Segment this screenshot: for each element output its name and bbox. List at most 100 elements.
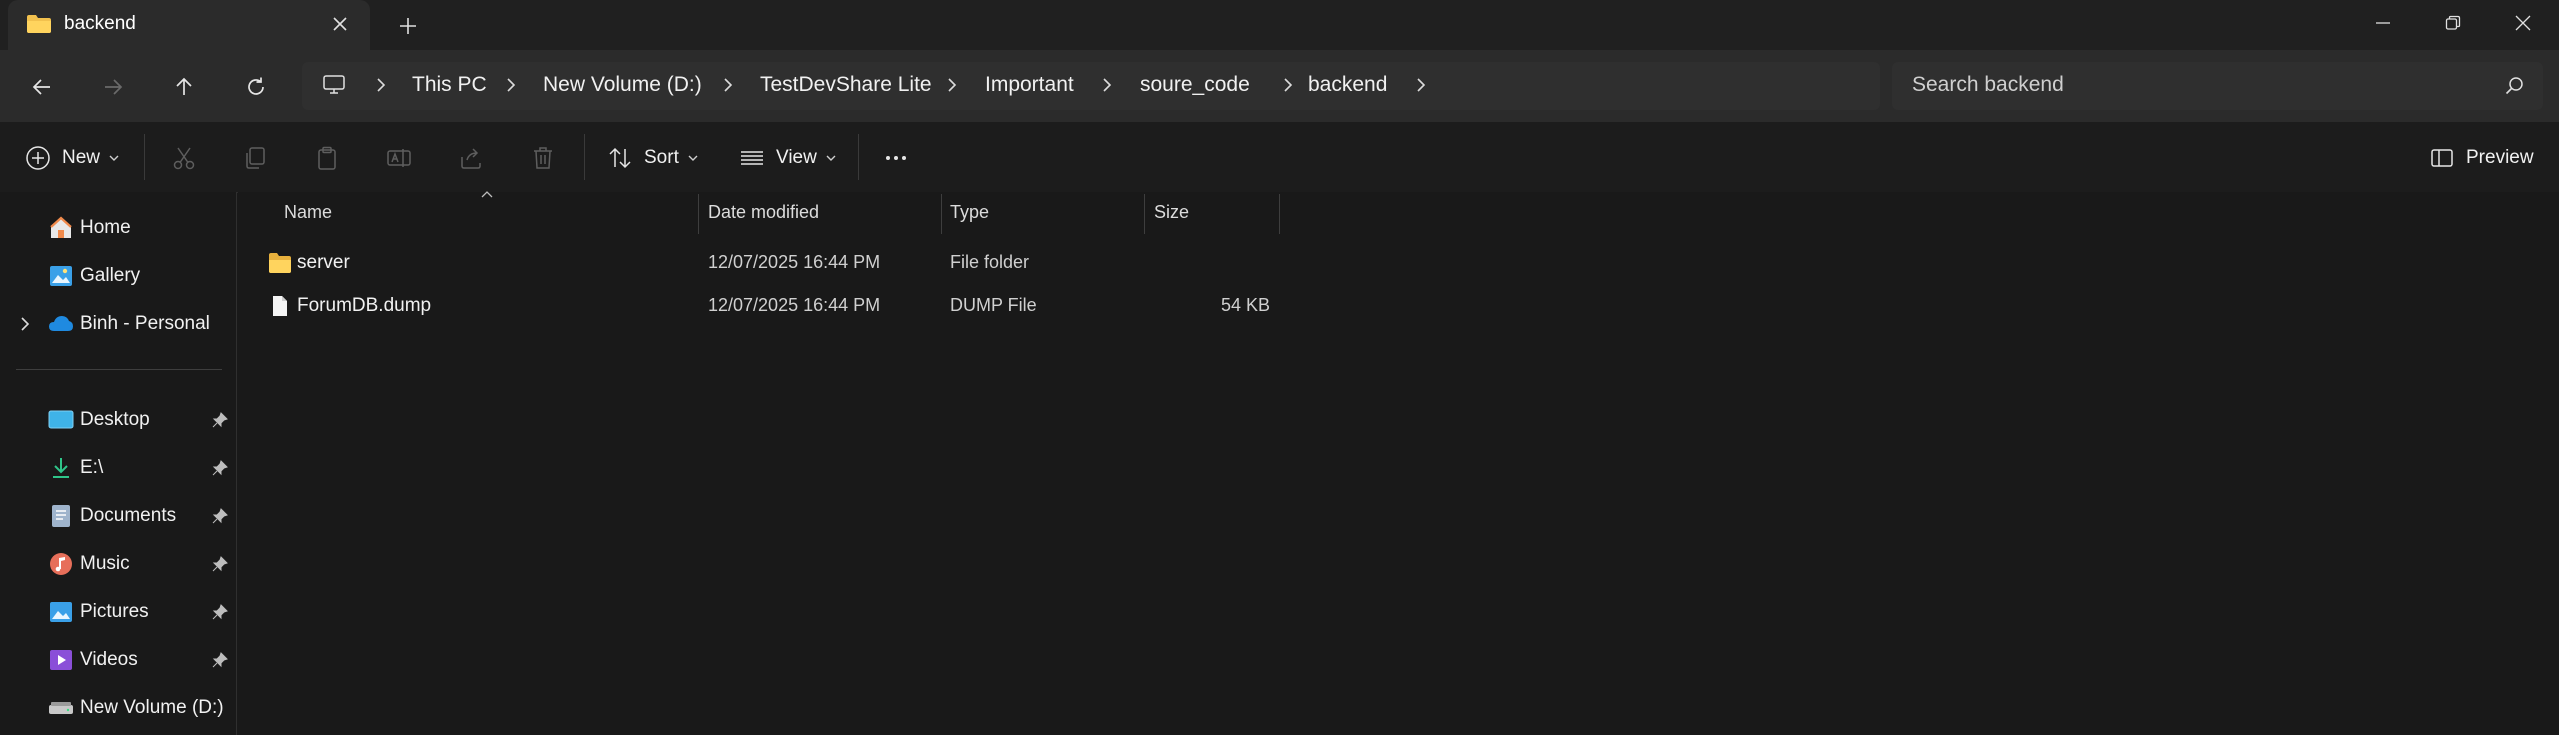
sort-label: Sort (644, 147, 679, 168)
address-bar[interactable]: This PC New Volume (D:) TestDevShare Lit… (302, 62, 1880, 110)
pictures-icon (50, 602, 72, 622)
new-button[interactable]: New (24, 144, 120, 172)
arrow-left-icon (32, 79, 50, 95)
sidebar-item-onedrive[interactable]: Binh - Personal (0, 302, 236, 346)
sidebar-item-new-volume[interactable]: New Volume (D:) (0, 686, 236, 730)
command-divider (858, 134, 859, 180)
scissors-icon (170, 144, 198, 172)
command-divider (584, 134, 585, 180)
share-icon (457, 144, 485, 172)
command-divider (144, 134, 145, 180)
breadcrumb-testdevshare-lite[interactable]: TestDevShare Lite (760, 73, 932, 97)
back-button[interactable] (22, 67, 62, 107)
sort-button[interactable]: Sort (606, 144, 699, 172)
minimize-button[interactable] (2348, 0, 2418, 46)
breadcrumb-backend[interactable]: backend (1308, 73, 1387, 97)
plus-circle-icon (24, 144, 52, 172)
search-input[interactable]: Search backend (1912, 73, 2064, 97)
view-button[interactable]: View (738, 144, 837, 172)
table-row[interactable]: server 12/07/2025 16:44 PM File folder (252, 243, 1284, 283)
file-name: server (297, 252, 350, 273)
folder-icon (269, 253, 291, 273)
breadcrumb-soure-code[interactable]: soure_code (1140, 73, 1250, 97)
file-icon (273, 296, 287, 316)
search-icon[interactable] (2504, 75, 2526, 97)
column-header-size[interactable]: Size (1154, 202, 1189, 223)
sidebar-item-e-drive[interactable]: E:\ (0, 446, 236, 490)
drive-icon (49, 702, 73, 714)
pin-icon[interactable] (212, 460, 228, 476)
tab-backend[interactable]: backend (8, 0, 370, 50)
chevron-right-icon (724, 78, 733, 92)
paste-button[interactable] (313, 144, 341, 172)
sidebar-item-label: Videos (80, 649, 138, 670)
chevron-right-icon[interactable] (16, 315, 34, 333)
sidebar-item-label: Home (80, 217, 131, 238)
close-tab-icon[interactable] (328, 12, 352, 36)
column-divider[interactable] (698, 194, 699, 234)
chevron-down-icon (826, 155, 836, 161)
pin-icon[interactable] (212, 556, 228, 572)
chevron-right-icon (1284, 78, 1293, 92)
share-button[interactable] (457, 144, 485, 172)
chevron-right-icon[interactable] (1412, 74, 1430, 96)
column-divider[interactable] (1279, 194, 1280, 234)
folder-icon (26, 14, 52, 34)
restore-button[interactable] (2418, 0, 2488, 46)
sidebar-item-desktop[interactable]: Desktop (0, 398, 236, 442)
refresh-button[interactable] (236, 67, 276, 107)
breadcrumb-important[interactable]: Important (985, 73, 1074, 97)
forward-button[interactable] (93, 67, 133, 107)
preview-button[interactable]: Preview (2428, 144, 2534, 172)
music-icon (50, 553, 72, 575)
plus-icon (400, 18, 416, 34)
column-header-name[interactable]: Name (284, 202, 332, 223)
cut-button[interactable] (170, 144, 198, 172)
title-bar (0, 0, 2559, 50)
restore-icon (2445, 15, 2461, 30)
sidebar-item-videos[interactable]: Videos (0, 638, 236, 682)
pin-icon[interactable] (212, 508, 228, 524)
download-icon (53, 458, 69, 478)
arrow-up-icon (176, 77, 192, 95)
delete-button[interactable] (529, 144, 557, 172)
table-row[interactable]: ForumDB.dump 12/07/2025 16:44 PM DUMP Fi… (252, 286, 1284, 326)
sidebar-item-label: E:\ (80, 457, 104, 478)
sidebar-item-label: New Volume (D:) (80, 697, 224, 718)
view-label: View (776, 147, 817, 168)
command-bar (0, 122, 2559, 193)
rename-button[interactable] (385, 144, 413, 172)
breadcrumb-this-pc[interactable]: This PC (412, 73, 487, 97)
close-window-button[interactable] (2488, 0, 2558, 46)
pin-icon[interactable] (212, 652, 228, 668)
sidebar-item-gallery[interactable]: Gallery (0, 254, 236, 298)
chevron-right-icon (1103, 78, 1112, 92)
sidebar-item-music[interactable]: Music (0, 542, 236, 586)
column-divider[interactable] (1144, 194, 1145, 234)
preview-pane-icon (2428, 144, 2456, 172)
search-box[interactable]: Search backend (1892, 62, 2543, 110)
sidebar-item-home[interactable]: Home (0, 206, 236, 250)
column-divider[interactable] (941, 194, 942, 234)
sidebar-item-pictures[interactable]: Pictures (0, 590, 236, 634)
up-button[interactable] (164, 67, 204, 107)
navigation-pane: Home Gallery Binh - Personal Desktop E:\… (0, 192, 237, 735)
sidebar-item-label: Desktop (80, 409, 150, 430)
pin-icon[interactable] (212, 412, 228, 428)
tab-title: backend (64, 13, 136, 34)
minimize-icon (2376, 22, 2390, 24)
file-date-modified: 12/07/2025 16:44 PM (708, 252, 881, 272)
new-tab-button[interactable] (392, 10, 424, 42)
more-options-button[interactable] (882, 144, 910, 172)
sidebar-item-documents[interactable]: Documents (0, 494, 236, 538)
onedrive-cloud-icon (49, 316, 73, 331)
column-header-type[interactable]: Type (950, 202, 989, 223)
sidebar-item-label: Gallery (80, 265, 141, 286)
copy-button[interactable] (241, 144, 269, 172)
column-header-date-modified[interactable]: Date modified (708, 202, 819, 223)
desktop-icon (48, 410, 74, 429)
breadcrumb-new-volume[interactable]: New Volume (D:) (543, 73, 702, 97)
documents-icon (52, 505, 70, 527)
pin-icon[interactable] (212, 604, 228, 620)
home-icon (50, 216, 72, 238)
